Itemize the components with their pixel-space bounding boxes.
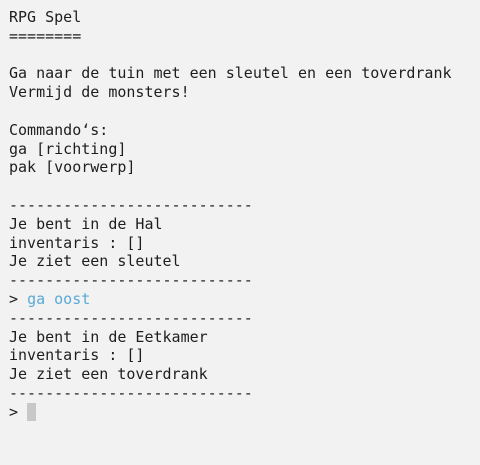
inventory-status: inventaris : [] bbox=[9, 346, 145, 365]
command-history-line: > ga oost bbox=[9, 290, 480, 309]
separator: --------------------------- bbox=[9, 383, 253, 402]
prompt-symbol: > bbox=[9, 289, 28, 308]
title-underline: ======== bbox=[9, 26, 82, 45]
room-item: Je ziet een sleutel bbox=[9, 252, 181, 271]
separator: --------------------------- bbox=[9, 271, 253, 290]
command-input-line[interactable]: > bbox=[9, 402, 480, 422]
terminal-window[interactable]: RPG Spel ======== Ga naar de tuin met ee… bbox=[0, 0, 480, 465]
text-cursor[interactable] bbox=[27, 402, 37, 421]
intro-line: Vermijd de monsters! bbox=[9, 83, 190, 102]
separator: --------------------------- bbox=[9, 195, 253, 214]
entered-command: ga oost bbox=[27, 289, 91, 308]
room-location: Je bent in de Eetkamer bbox=[9, 327, 208, 346]
prompt-symbol: > bbox=[9, 402, 28, 421]
intro-line: Ga naar de tuin met een sleutel en een t… bbox=[9, 64, 452, 83]
room-location: Je bent in de Hal bbox=[9, 214, 163, 233]
game-title: RPG Spel bbox=[9, 8, 82, 26]
command-help: ga [richting] bbox=[9, 139, 127, 158]
inventory-status: inventaris : [] bbox=[9, 233, 145, 252]
separator: --------------------------- bbox=[9, 308, 253, 327]
room-item: Je ziet een toverdrank bbox=[9, 365, 208, 384]
commands-header: Commando‘s: bbox=[9, 120, 109, 139]
command-help: pak [voorwerp] bbox=[9, 158, 136, 177]
